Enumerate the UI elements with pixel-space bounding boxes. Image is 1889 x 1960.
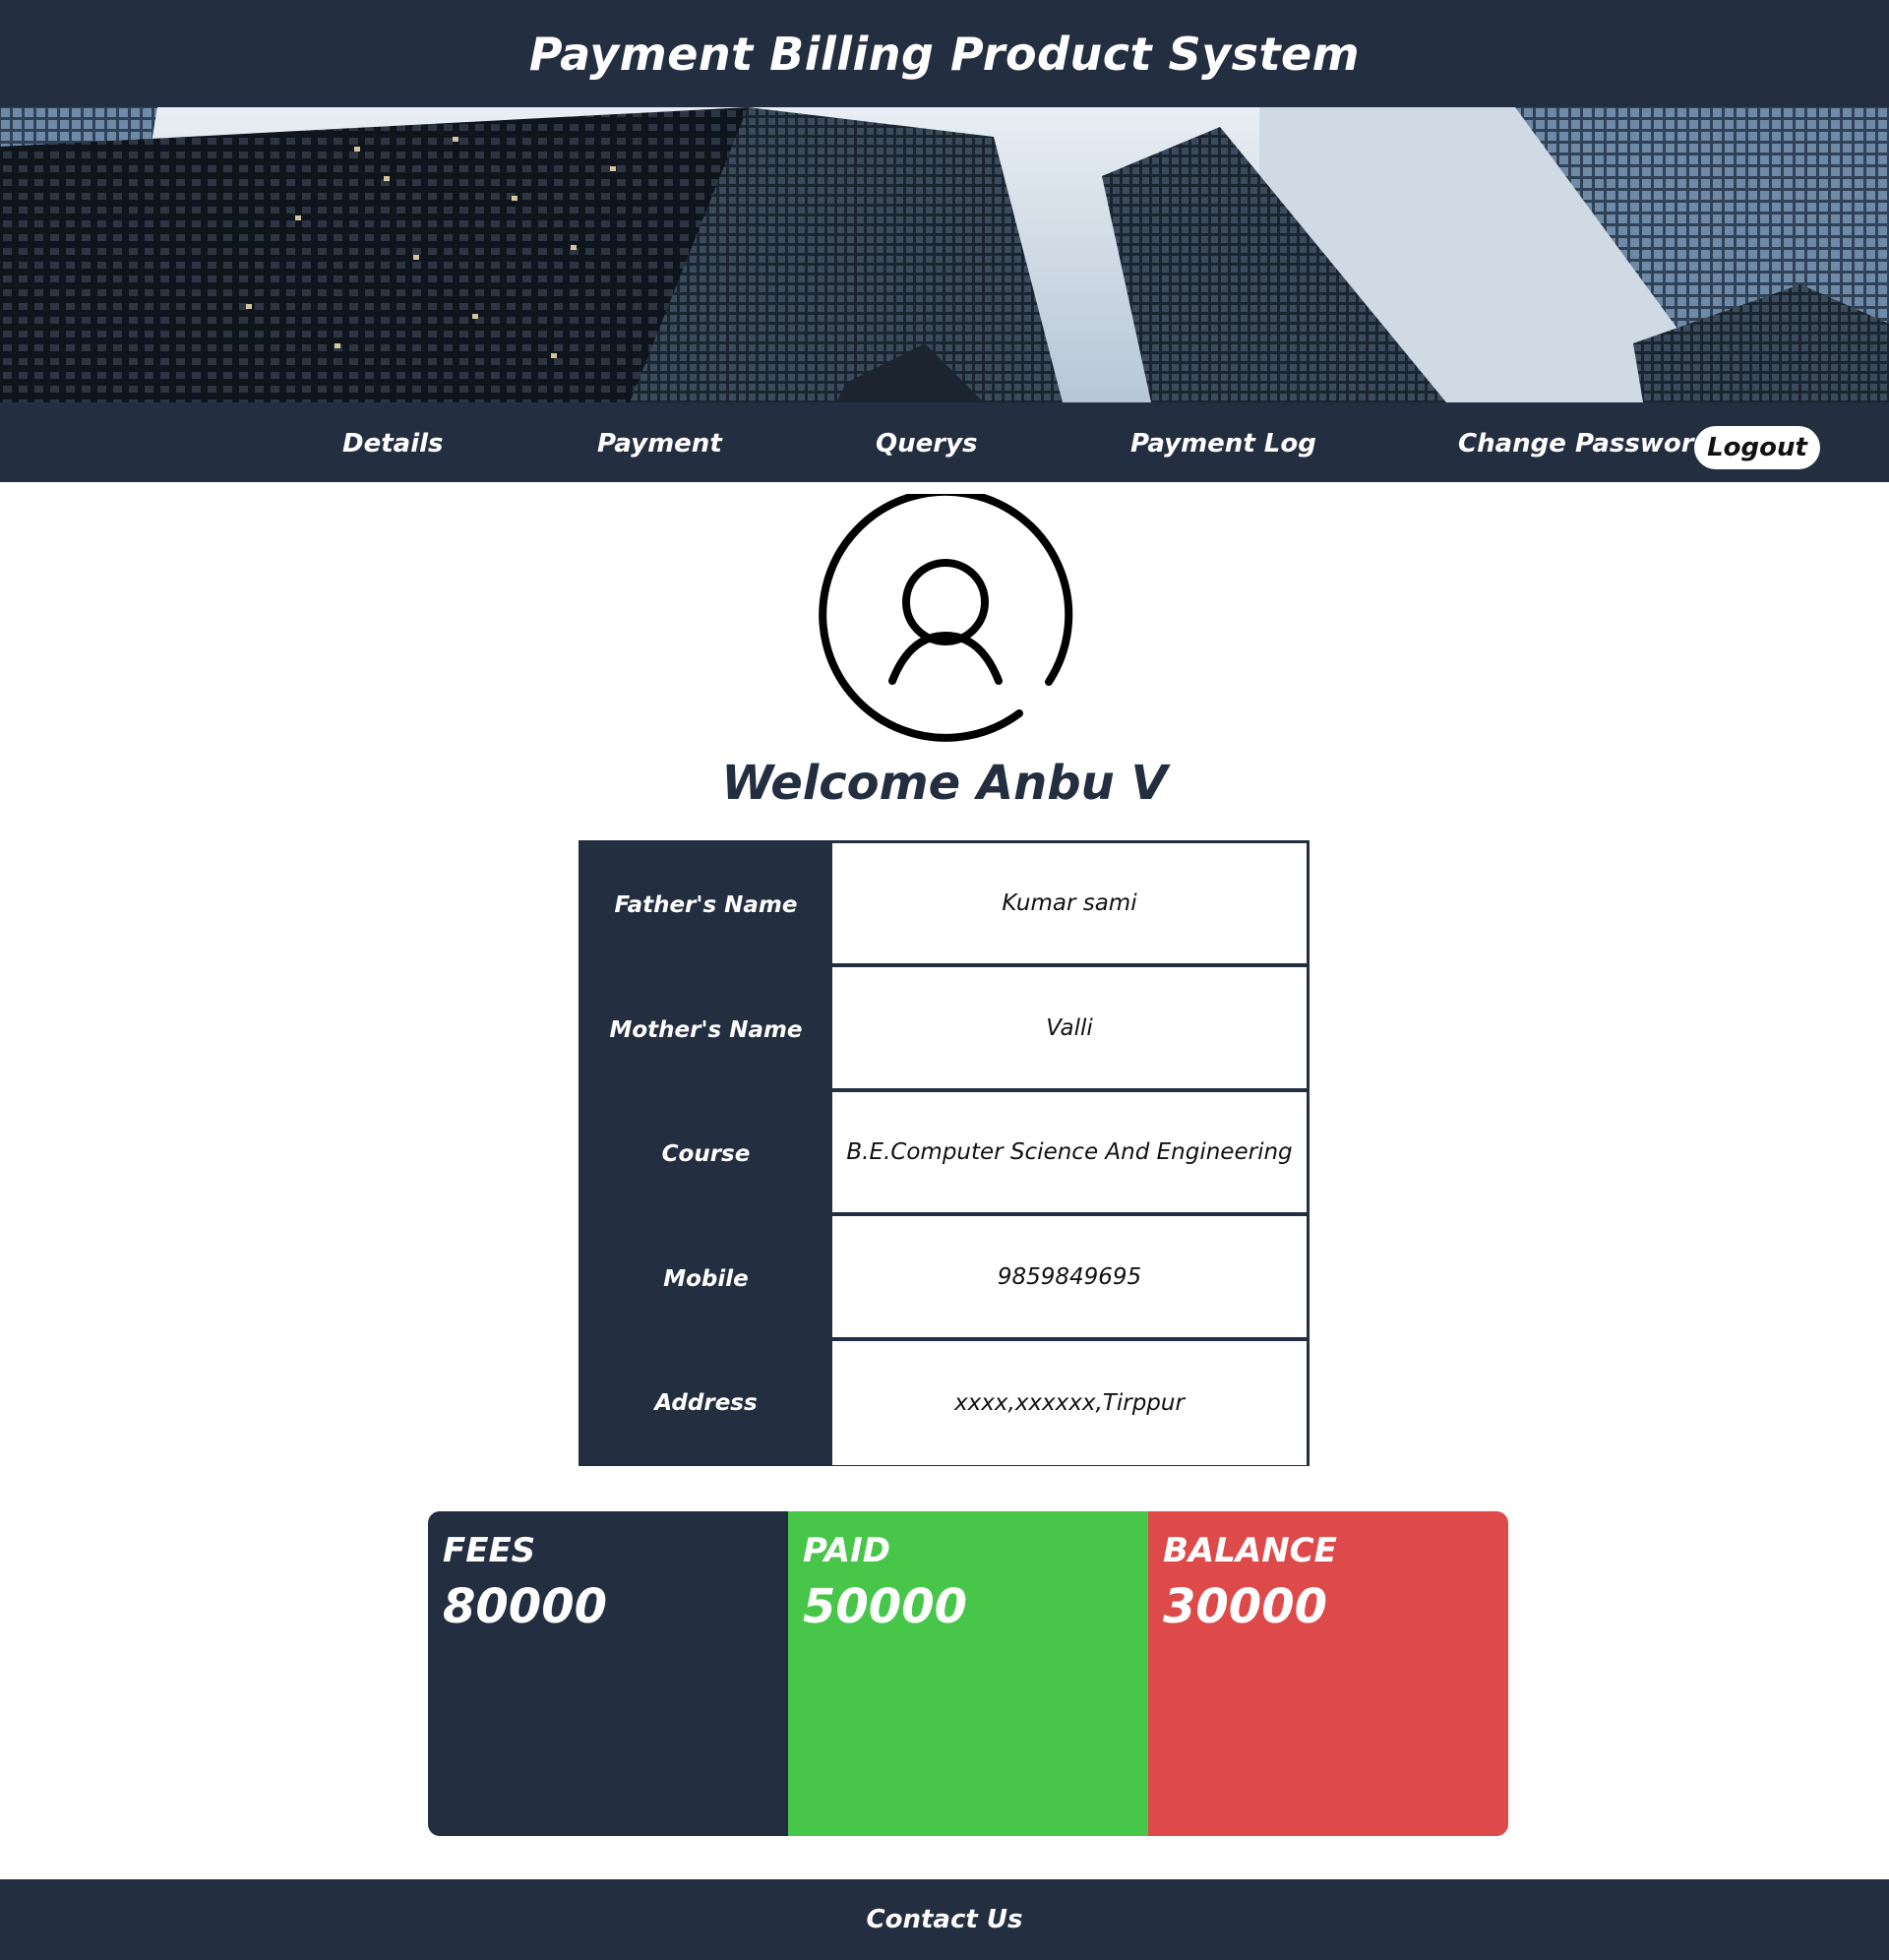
nav-querys-link[interactable]: Querys bbox=[876, 402, 978, 482]
fee-summary: FEES 80000 PAID 50000 BALANCE 30000 bbox=[428, 1511, 1508, 1836]
site-footer: Contact Us bbox=[0, 1879, 1889, 1960]
fathers-name-value: Kumar sami bbox=[832, 843, 1307, 963]
logout-button[interactable]: Logout bbox=[1694, 426, 1820, 469]
course-value: B.E.Computer Science And Engineering bbox=[832, 1092, 1307, 1212]
site-title: Payment Billing Product System bbox=[528, 27, 1361, 81]
welcome-heading: Welcome Anbu V bbox=[721, 756, 1168, 811]
fees-value: 80000 bbox=[443, 1579, 607, 1634]
contact-us-link[interactable]: Contact Us bbox=[867, 1905, 1023, 1934]
mobile-value: 9859849695 bbox=[832, 1216, 1307, 1337]
nav-details-link[interactable]: Details bbox=[342, 402, 444, 482]
nav-change-password-link[interactable]: Change Password bbox=[1458, 402, 1712, 482]
nav-payment-link[interactable]: Payment bbox=[597, 402, 722, 482]
user-circle-icon bbox=[817, 487, 1074, 752]
mobile-label: Mobile bbox=[663, 1265, 749, 1292]
paid-value: 50000 bbox=[803, 1579, 967, 1634]
table-row: Mobile 9859849695 bbox=[581, 1216, 1307, 1341]
skyscraper-banner-image bbox=[0, 107, 1889, 402]
paid-label: PAID bbox=[803, 1531, 890, 1570]
student-details-table: Father's Name Kumar sami Mother's Name V… bbox=[579, 840, 1310, 1466]
paid-card: PAID 50000 bbox=[788, 1511, 1148, 1836]
balance-card: BALANCE 30000 bbox=[1148, 1511, 1508, 1836]
address-label: Address bbox=[654, 1390, 758, 1416]
course-label: Course bbox=[661, 1141, 751, 1167]
fathers-name-label: Father's Name bbox=[614, 892, 798, 918]
balance-value: 30000 bbox=[1163, 1579, 1327, 1634]
table-row: Mother's Name Valli bbox=[581, 967, 1307, 1092]
table-row: Father's Name Kumar sami bbox=[581, 843, 1307, 967]
table-row: Course B.E.Computer Science And Engineer… bbox=[581, 1092, 1307, 1216]
mothers-name-value: Valli bbox=[832, 967, 1307, 1088]
table-row: Address xxxx,xxxxxx,Tirppur bbox=[581, 1341, 1307, 1465]
mothers-name-label: Mother's Name bbox=[609, 1016, 803, 1043]
balance-label: BALANCE bbox=[1163, 1531, 1337, 1570]
address-value: xxxx,xxxxxx,Tirppur bbox=[832, 1341, 1307, 1465]
main-nav: Details Payment Querys Payment Log Chang… bbox=[0, 402, 1889, 482]
nav-payment-log-link[interactable]: Payment Log bbox=[1130, 402, 1316, 482]
fees-label: FEES bbox=[443, 1531, 536, 1570]
site-header: Payment Billing Product System bbox=[0, 0, 1889, 107]
fees-card: FEES 80000 bbox=[428, 1511, 788, 1836]
